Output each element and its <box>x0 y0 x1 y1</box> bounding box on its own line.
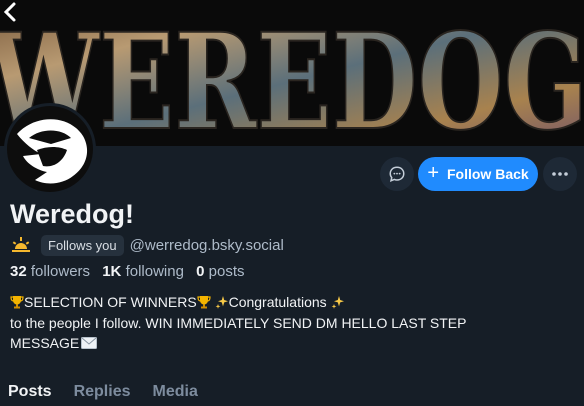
plus-icon: + <box>427 162 439 184</box>
following-link[interactable]: 1K following <box>102 263 184 280</box>
profile-bio: SELECTION OF WINNERS Congratulations to … <box>10 292 570 354</box>
followers-count: 32 <box>10 263 27 280</box>
sparkles-icon <box>215 296 228 309</box>
posts-count: 0 <box>196 263 205 280</box>
back-arrow-icon[interactable] <box>0 0 24 24</box>
envelope-icon <box>81 337 98 349</box>
bio-congratulations-text: Congratulations <box>228 294 327 310</box>
bio-line-3: MESSAGE <box>10 335 80 351</box>
sparkles-icon <box>331 296 344 309</box>
profile-stats: 32 followers 1K following 0 posts <box>10 263 245 280</box>
follow-back-label: Follow Back <box>447 166 529 182</box>
tab-replies[interactable]: Replies <box>66 378 145 406</box>
following-count: 1K <box>102 263 122 280</box>
avatar-logo-icon <box>17 119 88 184</box>
avatar[interactable] <box>4 103 96 195</box>
followers-label: followers <box>30 263 91 280</box>
tab-media[interactable]: Media <box>145 378 212 406</box>
follows-you-badge: Follows you <box>41 234 124 256</box>
more-options-button[interactable] <box>543 157 577 191</box>
display-name: Weredog! <box>10 199 135 229</box>
posts-label: posts <box>208 263 245 280</box>
chat-bubble-icon <box>389 166 405 182</box>
profile-handle: @werredog.bsky.social <box>129 236 284 254</box>
message-button[interactable] <box>380 157 414 191</box>
followers-link[interactable]: 32 followers <box>10 263 90 280</box>
follow-back-button[interactable]: + Follow Back <box>418 157 538 191</box>
following-label: following <box>125 263 184 280</box>
tab-posts[interactable]: Posts <box>0 378 66 406</box>
bio-line-2: to the people I follow. WIN IMMEDIATELY … <box>10 314 467 331</box>
posts-stat: 0 posts <box>196 263 244 280</box>
profile-tabs: Posts Replies Media <box>0 378 212 406</box>
trophy-icon <box>10 296 24 309</box>
sunrise-icon <box>12 237 30 252</box>
handle-row: Follows you @werredog.bsky.social <box>10 234 284 256</box>
ellipsis-icon <box>552 172 568 176</box>
bio-selection-text: SELECTION OF WINNERS <box>24 294 197 310</box>
trophy-icon <box>197 296 211 309</box>
